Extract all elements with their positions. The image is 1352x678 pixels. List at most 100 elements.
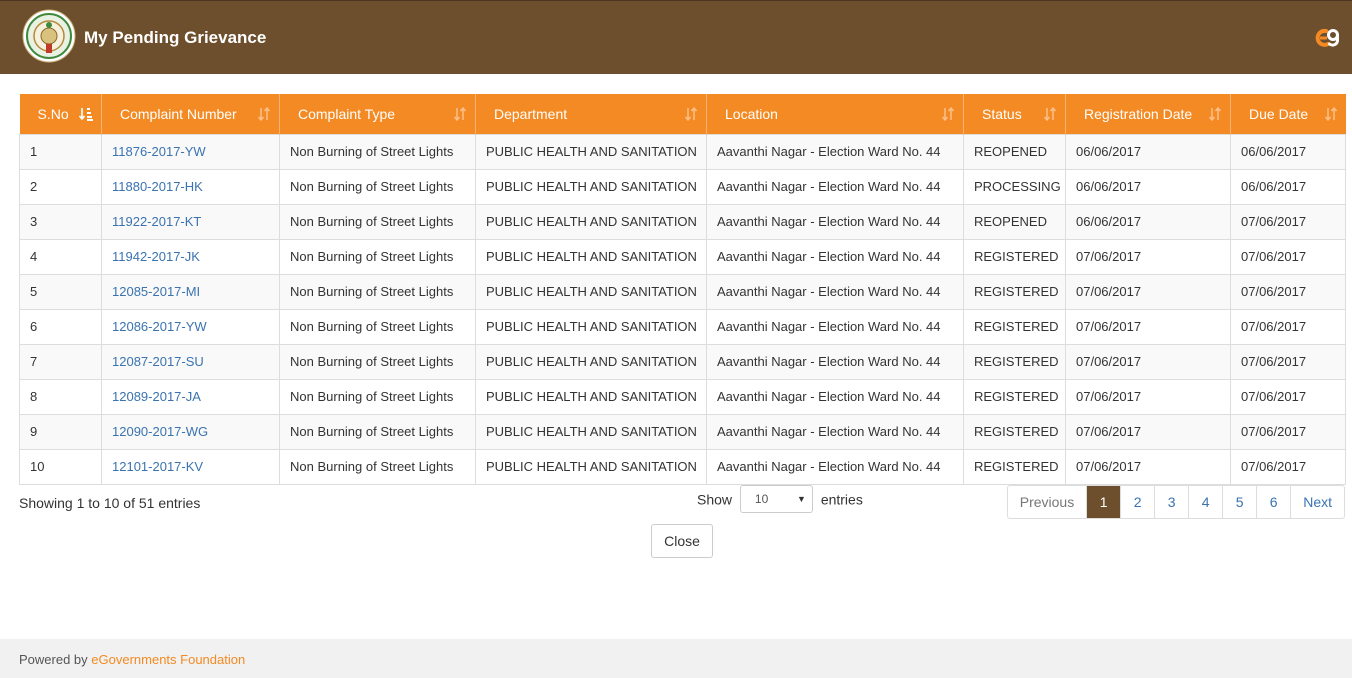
- cell-status: REGISTERED: [963, 448, 1066, 485]
- pagination-page-3[interactable]: 3: [1155, 486, 1190, 518]
- sort-icon: [1324, 106, 1337, 122]
- close-button[interactable]: Close: [651, 524, 713, 558]
- complaint-number-link[interactable]: 12086-2017-YW: [112, 319, 207, 334]
- cell-department: PUBLIC HEALTH AND SANITATION: [475, 413, 707, 450]
- cell-location: Aavanthi Nagar - Election Ward No. 44: [706, 413, 964, 450]
- column-header-location[interactable]: Location: [706, 94, 964, 134]
- cell-registration-date: 07/06/2017: [1065, 448, 1231, 485]
- cell-due-date: 07/06/2017: [1230, 273, 1346, 310]
- cell-sno: 1: [19, 133, 102, 170]
- cell-registration-date: 06/06/2017: [1065, 203, 1231, 240]
- state-emblem-logo: [22, 9, 76, 63]
- grievance-table-container: S.No Complaint Number Complaint Type Dep…: [19, 94, 1346, 485]
- cell-complaint-number: 12090-2017-WG: [101, 413, 280, 450]
- table-row: 6 12086-2017-YW Non Burning of Street Ligh…: [19, 308, 1346, 345]
- sort-ascending-icon: [79, 108, 93, 121]
- cell-complaint-number: 11876-2017-YW: [101, 133, 280, 170]
- column-header-registration-date[interactable]: Registration Date: [1065, 94, 1231, 134]
- table-row: 9 12090-2017-WG Non Burning of Street Ligh…: [19, 413, 1346, 450]
- cell-complaint-type: Non Burning of Street Lights: [279, 168, 476, 205]
- table-row: 4 11942-2017-JK Non Burning of Street Ligh…: [19, 238, 1346, 275]
- column-header-complaint-number[interactable]: Complaint Number: [101, 94, 280, 134]
- cell-department: PUBLIC HEALTH AND SANITATION: [475, 203, 707, 240]
- cell-due-date: 06/06/2017: [1230, 133, 1346, 170]
- cell-sno: 4: [19, 238, 102, 275]
- cell-complaint-type: Non Burning of Street Lights: [279, 238, 476, 275]
- pagination-page-6[interactable]: 6: [1257, 486, 1292, 518]
- footer: Powered by eGovernments Foundation: [0, 639, 1352, 678]
- cell-location: Aavanthi Nagar - Election Ward No. 44: [706, 378, 964, 415]
- cell-sno: 3: [19, 203, 102, 240]
- cell-location: Aavanthi Nagar - Election Ward No. 44: [706, 448, 964, 485]
- cell-sno: 8: [19, 378, 102, 415]
- table-row: 10 12101-2017-KV Non Burning of Street Lig…: [19, 448, 1346, 485]
- egov-brand-icon: [1315, 28, 1339, 47]
- cell-status: REGISTERED: [963, 378, 1066, 415]
- cell-complaint-type: Non Burning of Street Lights: [279, 133, 476, 170]
- table-row: 5 12085-2017-MI Non Burning of Street Ligh…: [19, 273, 1346, 310]
- page-length-control: Show 10 ▼ entries: [697, 485, 863, 515]
- complaint-number-link[interactable]: 11880-2017-HK: [112, 179, 203, 194]
- column-header-status[interactable]: Status: [963, 94, 1066, 134]
- cell-sno: 6: [19, 308, 102, 345]
- page-length-select[interactable]: 10 ▼: [739, 485, 813, 513]
- pagination-previous[interactable]: Previous: [1008, 486, 1088, 518]
- column-header-sno[interactable]: S.No: [19, 94, 102, 134]
- cell-department: PUBLIC HEALTH AND SANITATION: [475, 168, 707, 205]
- pagination-page-4[interactable]: 4: [1189, 486, 1224, 518]
- table-row: 1 11876-2017-YW Non Burning of Street Ligh…: [19, 133, 1346, 170]
- complaint-number-link[interactable]: 11922-2017-KT: [112, 214, 201, 229]
- sort-icon: [453, 106, 467, 122]
- cell-due-date: 07/06/2017: [1230, 378, 1346, 415]
- cell-complaint-type: Non Burning of Street Lights: [279, 343, 476, 380]
- cell-sno: 9: [19, 413, 102, 450]
- cell-status: REOPENED: [963, 133, 1066, 170]
- complaint-number-link[interactable]: 12101-2017-KV: [112, 459, 203, 474]
- cell-status: REGISTERED: [963, 343, 1066, 380]
- complaint-number-link[interactable]: 12085-2017-MI: [112, 284, 200, 299]
- cell-due-date: 07/06/2017: [1230, 413, 1346, 450]
- pagination-page-5[interactable]: 5: [1223, 486, 1258, 518]
- cell-due-date: 07/06/2017: [1230, 343, 1346, 380]
- cell-location: Aavanthi Nagar - Election Ward No. 44: [706, 343, 964, 380]
- cell-sno: 10: [19, 448, 102, 485]
- length-suffix: entries: [820, 491, 863, 508]
- table-info: Showing 1 to 10 of 51 entries: [19, 495, 201, 511]
- table-row: 7 12087-2017-SU Non Burning of Street Ligh…: [19, 343, 1346, 380]
- complaint-number-link[interactable]: 11942-2017-JK: [112, 249, 200, 264]
- complaint-number-link[interactable]: 12089-2017-JA: [112, 389, 201, 404]
- cell-location: Aavanthi Nagar - Election Ward No. 44: [706, 133, 964, 170]
- pagination-page-2[interactable]: 2: [1121, 486, 1156, 518]
- app-header: My Pending Grievance: [0, 0, 1352, 74]
- chevron-down-icon: ▼: [797, 494, 806, 504]
- cell-complaint-number: 12087-2017-SU: [101, 343, 280, 380]
- complaint-number-link[interactable]: 12090-2017-WG: [112, 424, 208, 439]
- sort-icon: [684, 106, 698, 122]
- complaint-number-link[interactable]: 11876-2017-YW: [112, 144, 206, 159]
- complaint-number-link[interactable]: 12087-2017-SU: [112, 354, 204, 369]
- sort-icon: [1208, 106, 1222, 122]
- pagination-page-1[interactable]: 1: [1087, 486, 1122, 518]
- cell-complaint-type: Non Burning of Street Lights: [279, 308, 476, 345]
- cell-department: PUBLIC HEALTH AND SANITATION: [475, 273, 707, 310]
- cell-registration-date: 07/06/2017: [1065, 378, 1231, 415]
- pagination: Previous 1 2 3 4 5 6 Next: [1006, 485, 1345, 519]
- cell-registration-date: 06/06/2017: [1065, 168, 1231, 205]
- cell-complaint-number: 12086-2017-YW: [101, 308, 280, 345]
- cell-complaint-type: Non Burning of Street Lights: [279, 448, 476, 485]
- cell-due-date: 07/06/2017: [1230, 448, 1346, 485]
- column-header-complaint-type[interactable]: Complaint Type: [279, 94, 476, 134]
- footer-link[interactable]: eGovernments Foundation: [91, 652, 245, 667]
- cell-due-date: 06/06/2017: [1230, 168, 1346, 205]
- cell-department: PUBLIC HEALTH AND SANITATION: [475, 133, 707, 170]
- sort-icon: [257, 106, 271, 122]
- cell-registration-date: 07/06/2017: [1065, 308, 1231, 345]
- sort-icon: [1043, 106, 1057, 122]
- column-header-department[interactable]: Department: [475, 94, 707, 134]
- cell-complaint-type: Non Burning of Street Lights: [279, 378, 476, 415]
- cell-status: REGISTERED: [963, 238, 1066, 275]
- cell-due-date: 07/06/2017: [1230, 203, 1346, 240]
- pagination-next[interactable]: Next: [1291, 486, 1344, 518]
- grievance-table: S.No Complaint Number Complaint Type Dep…: [19, 94, 1346, 485]
- column-header-due-date[interactable]: Due Date: [1230, 94, 1346, 134]
